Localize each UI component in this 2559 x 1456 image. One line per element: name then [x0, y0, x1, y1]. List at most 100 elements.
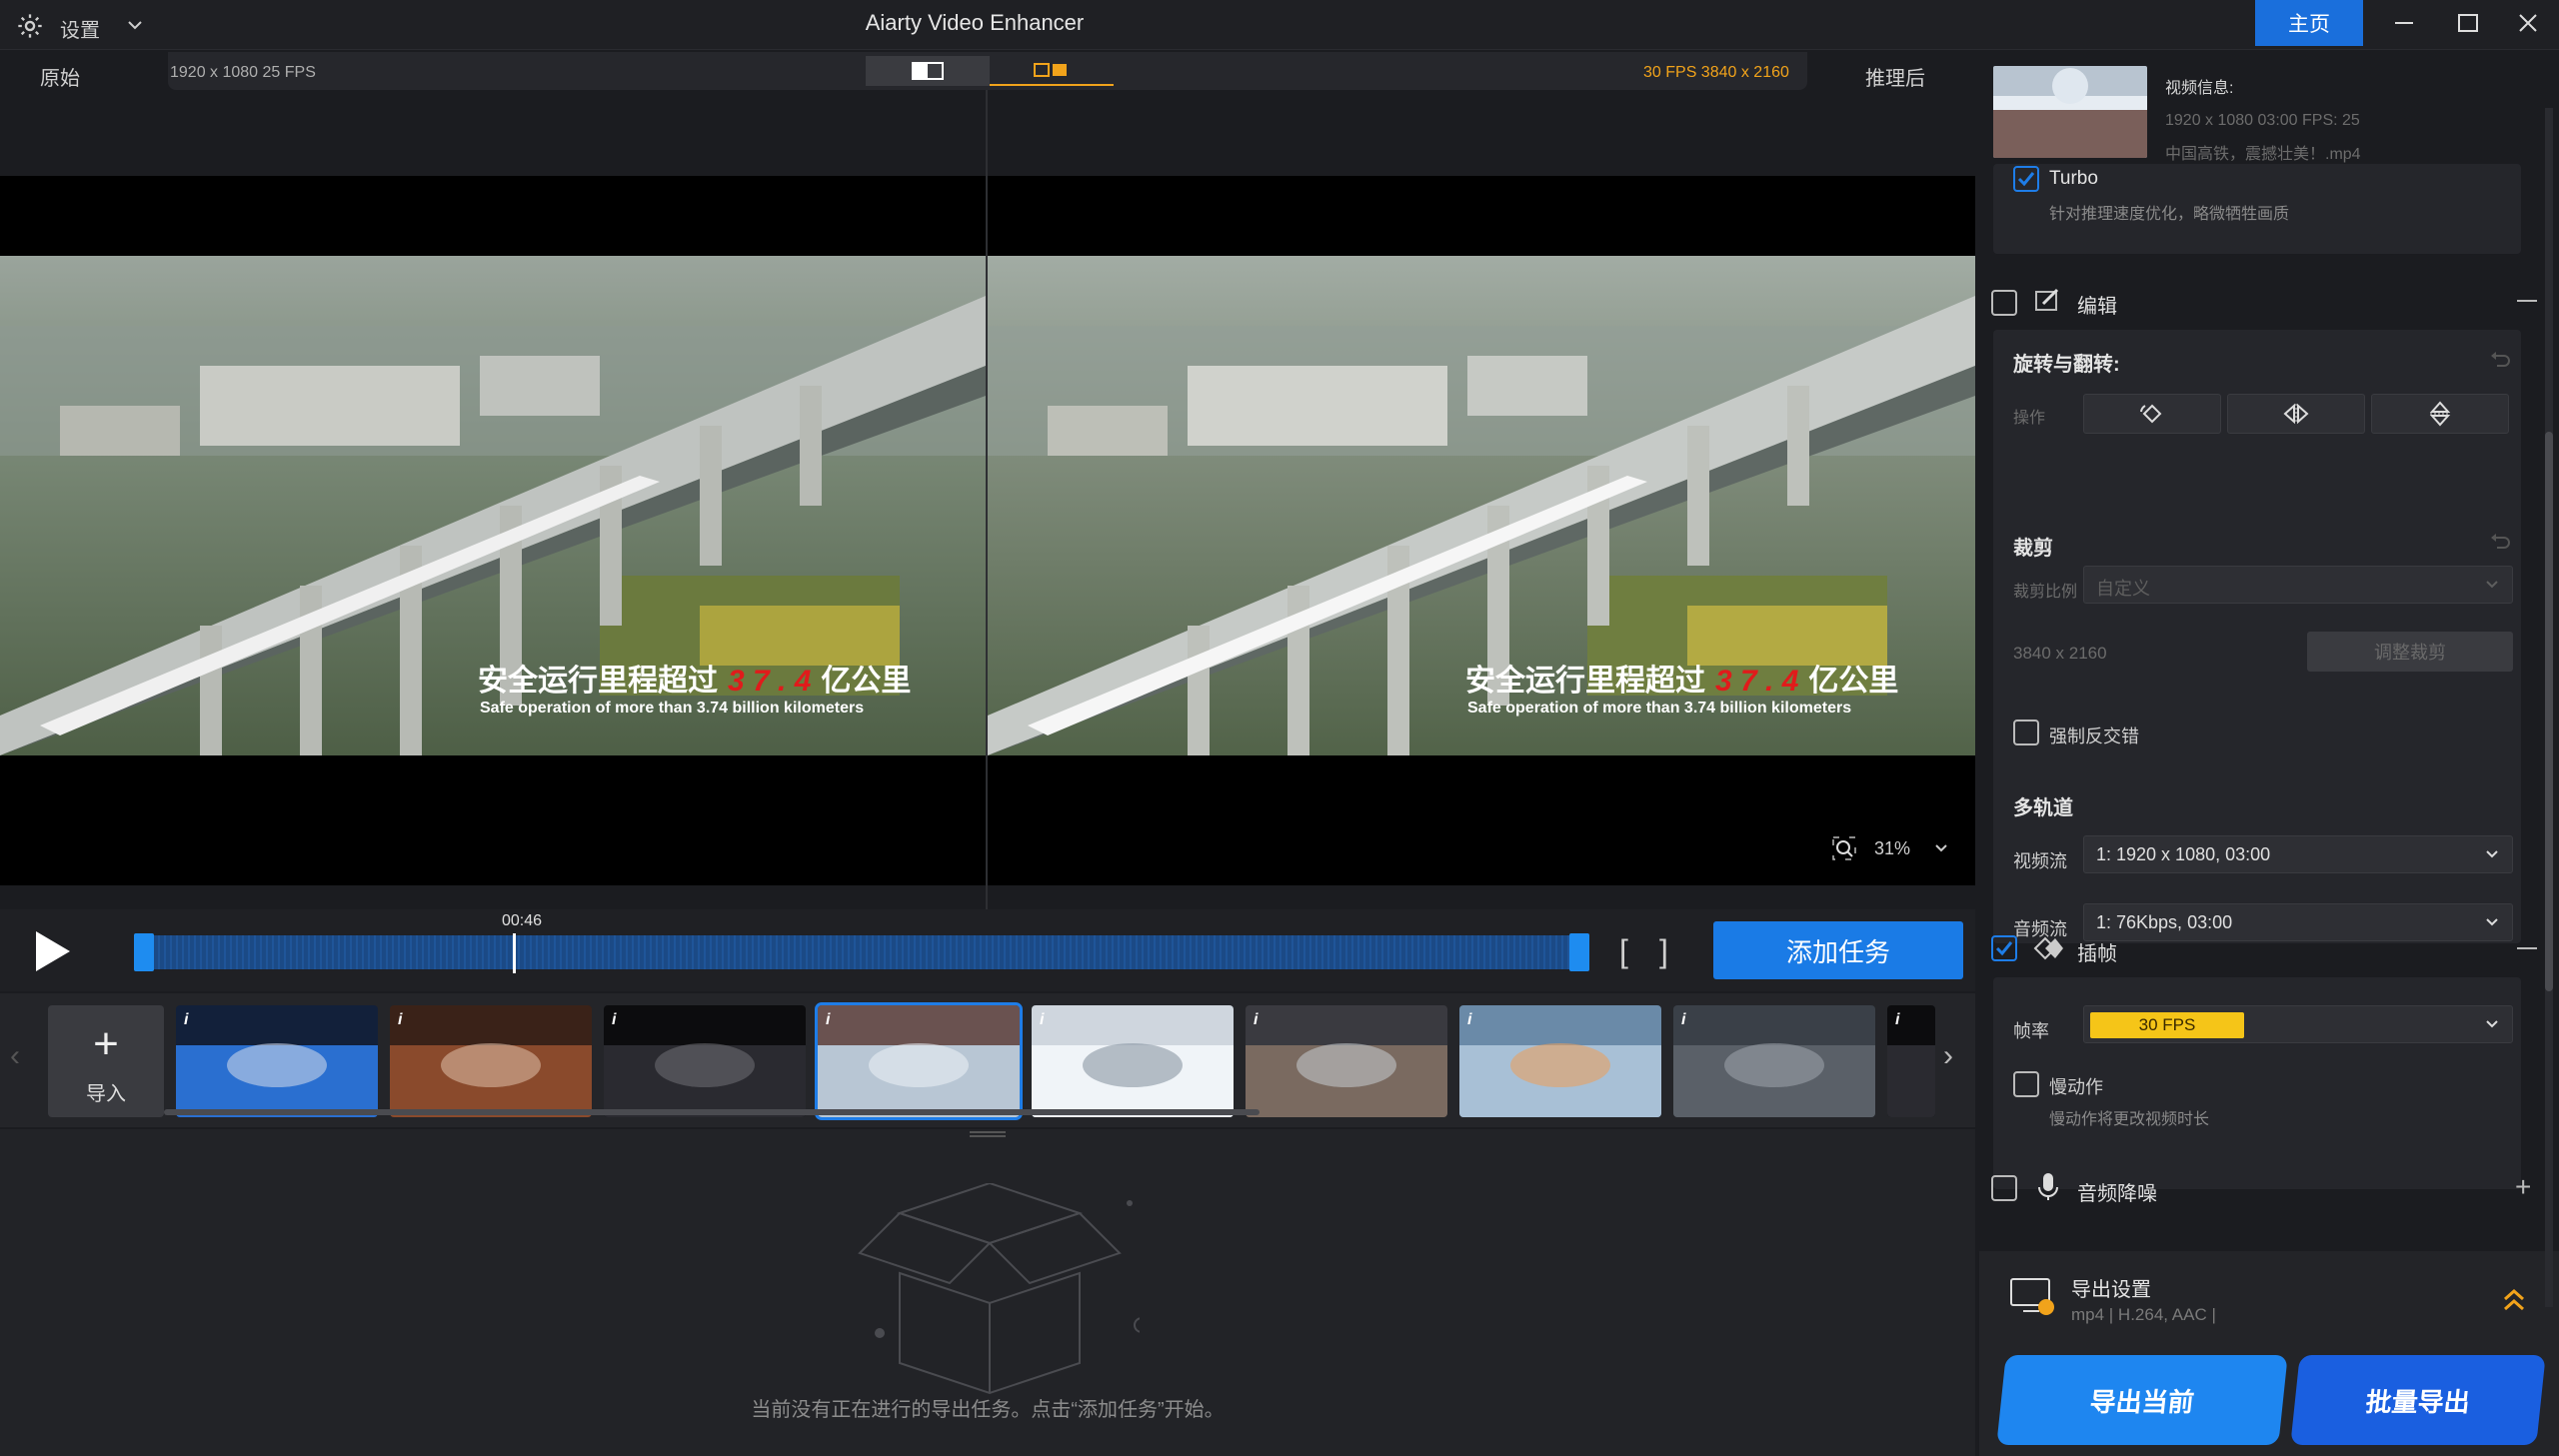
playhead[interactable]: [512, 933, 516, 973]
clip-preview-image: [1032, 1005, 1234, 1117]
trim-start-handle[interactable]: [134, 933, 154, 971]
compare-divider[interactable]: [986, 90, 988, 959]
batch-export-button[interactable]: 批量导出: [2290, 1355, 2546, 1445]
framerate-select[interactable]: 30 FPS: [2083, 1005, 2513, 1043]
collapse-icon[interactable]: [2517, 300, 2537, 302]
panel-resize-handle[interactable]: [970, 1131, 1006, 1137]
chevron-down-icon: [2486, 581, 2498, 589]
view-mode-split-button[interactable]: [990, 56, 1114, 86]
clip-preview-image: [390, 1005, 592, 1117]
clip-thumbnail[interactable]: i: [1459, 1005, 1661, 1117]
rotate-button-group: [2083, 394, 2513, 434]
collapse-icon[interactable]: [2517, 947, 2537, 949]
rotate-icon: [2140, 404, 2162, 424]
panel-scrollbar-thumb[interactable]: [2545, 432, 2553, 991]
set-out-point-icon[interactable]: ]: [1659, 933, 1668, 970]
slowmo-description: 慢动作将更改视频时长: [2049, 1111, 2210, 1128]
clip-thumbnail[interactable]: i: [1887, 1005, 1935, 1117]
info-icon[interactable]: i: [612, 1011, 616, 1029]
denoise-checkbox[interactable]: [1991, 1175, 2017, 1201]
deinterlace-checkbox[interactable]: [2013, 720, 2039, 745]
info-icon[interactable]: i: [398, 1011, 402, 1029]
multitrack-title: 多轨道: [2013, 797, 2073, 819]
video-stream-select[interactable]: 1: 1920 x 1080, 03:00: [2083, 835, 2513, 873]
expand-icon[interactable]: +: [2515, 1171, 2531, 1203]
plus-icon: +: [93, 1019, 119, 1068]
enhanced-info: 30 FPS 3840 x 2160: [1643, 64, 1789, 81]
original-info: 1920 x 1080 25 FPS: [170, 64, 316, 81]
chevron-left-icon[interactable]: ‹: [10, 1039, 20, 1073]
video-stream-label: 视频流: [2013, 851, 2067, 871]
video-info-label: 视频信息:: [2165, 80, 2234, 97]
zoom-control[interactable]: 31%: [1831, 835, 1949, 861]
single-view-icon: [912, 62, 944, 80]
clip-thumbnail[interactable]: i: [1673, 1005, 1875, 1117]
enhanced-label: 推理后: [1865, 68, 1925, 90]
add-task-button[interactable]: 添加任务: [1713, 921, 1963, 979]
export-settings-icon[interactable]: [2009, 1275, 2057, 1319]
crop-ratio-value: 自定义: [2096, 579, 2150, 599]
clip-thumbnail[interactable]: i: [390, 1005, 592, 1117]
interp-checkbox[interactable]: [1991, 935, 2017, 961]
task-panel: 当前没有正在进行的导出任务。点击“添加任务”开始。: [0, 1129, 1975, 1456]
edit-icon: [2035, 288, 2059, 311]
framerate-label: 帧率: [2013, 1021, 2049, 1041]
export-current-button[interactable]: 导出当前: [1996, 1355, 2288, 1445]
clip-thumbnail[interactable]: i: [604, 1005, 806, 1117]
caption-cn-suffix: 亿公里: [821, 665, 912, 698]
turbo-card: Turbo 针对推理速度优化，略微牺牲画质: [1993, 164, 2521, 254]
flip-horizontal-button[interactable]: [2227, 394, 2365, 434]
undo-icon[interactable]: [2489, 532, 2511, 552]
track-texture: [134, 935, 1589, 969]
info-icon[interactable]: i: [1040, 1011, 1044, 1029]
info-icon[interactable]: i: [1467, 1011, 1471, 1029]
double-chevron-up-icon[interactable]: [2501, 1287, 2527, 1313]
operation-label: 操作: [2013, 410, 2046, 427]
chevron-right-icon[interactable]: ›: [1943, 1039, 1953, 1073]
info-icon[interactable]: i: [1681, 1011, 1685, 1029]
zoom-value: 31%: [1874, 837, 1911, 858]
video-info-resolution: 1920 x 1080 03:00 FPS: 25: [2165, 112, 2360, 129]
view-mode-single-button[interactable]: [866, 56, 990, 86]
home-button[interactable]: 主页: [2255, 0, 2363, 46]
original-label: 原始: [40, 68, 80, 90]
crop-ratio-select[interactable]: 自定义: [2083, 566, 2513, 604]
caption-cn-prefix: 安全运行里程超过: [478, 665, 718, 698]
undo-icon[interactable]: [2489, 350, 2511, 370]
info-icon[interactable]: i: [1254, 1011, 1258, 1029]
import-label: 导入: [86, 1083, 126, 1105]
clip-strip: ‹ + 导入 i i i i i i i i i ›: [0, 993, 1975, 1127]
app-title: Aiarty Video Enhancer: [865, 10, 1085, 35]
crop-size: 3840 x 2160: [2013, 644, 2107, 663]
info-icon[interactable]: i: [184, 1011, 188, 1029]
audio-stream-select[interactable]: 1: 76Kbps, 03:00: [2083, 903, 2513, 941]
clip-thumbnail[interactable]: i: [176, 1005, 378, 1117]
minimize-button[interactable]: [2373, 0, 2435, 46]
thumbnail-scrollbar[interactable]: [164, 1109, 1260, 1115]
maximize-button[interactable]: [2437, 0, 2499, 46]
preview-area: 原始 1920 x 1080 25 FPS 30 FPS 3840 x 2160…: [0, 52, 1975, 959]
station-thumbnail-image: [1993, 66, 2147, 158]
trim-track[interactable]: [134, 935, 1589, 969]
clip-thumbnail[interactable]: i: [815, 1002, 1023, 1120]
clip-thumbnail[interactable]: i: [1246, 1005, 1447, 1117]
edit-checkbox[interactable]: [1991, 290, 2017, 316]
trim-end-handle[interactable]: [1569, 933, 1589, 971]
caption-en-enhanced: Safe operation of more than 3.74 billion…: [1467, 700, 1852, 717]
crop-title: 裁剪: [2013, 538, 2053, 560]
close-button[interactable]: [2497, 0, 2559, 46]
set-in-point-icon[interactable]: [: [1619, 933, 1628, 970]
slowmo-checkbox[interactable]: [2013, 1071, 2039, 1097]
rotate-button[interactable]: [2083, 394, 2221, 434]
adjust-crop-button[interactable]: 调整裁剪: [2307, 632, 2513, 672]
denoise-label: 音频降噪: [2077, 1183, 2157, 1205]
play-icon[interactable]: [26, 925, 78, 977]
import-button[interactable]: + 导入: [48, 1005, 164, 1117]
clip-thumbnail[interactable]: i: [1032, 1005, 1234, 1117]
flip-vertical-button[interactable]: [2371, 394, 2509, 434]
empty-tasks-message: 当前没有正在进行的导出任务。点击“添加任务”开始。: [751, 1399, 1225, 1421]
info-icon[interactable]: i: [826, 1011, 830, 1029]
info-icon[interactable]: i: [1895, 1011, 1899, 1029]
enhanced-video-frame: 安全运行里程超过 3 7 . 4 亿公里 Safe operation of mor…: [988, 256, 1975, 755]
turbo-checkbox[interactable]: [2013, 166, 2039, 192]
